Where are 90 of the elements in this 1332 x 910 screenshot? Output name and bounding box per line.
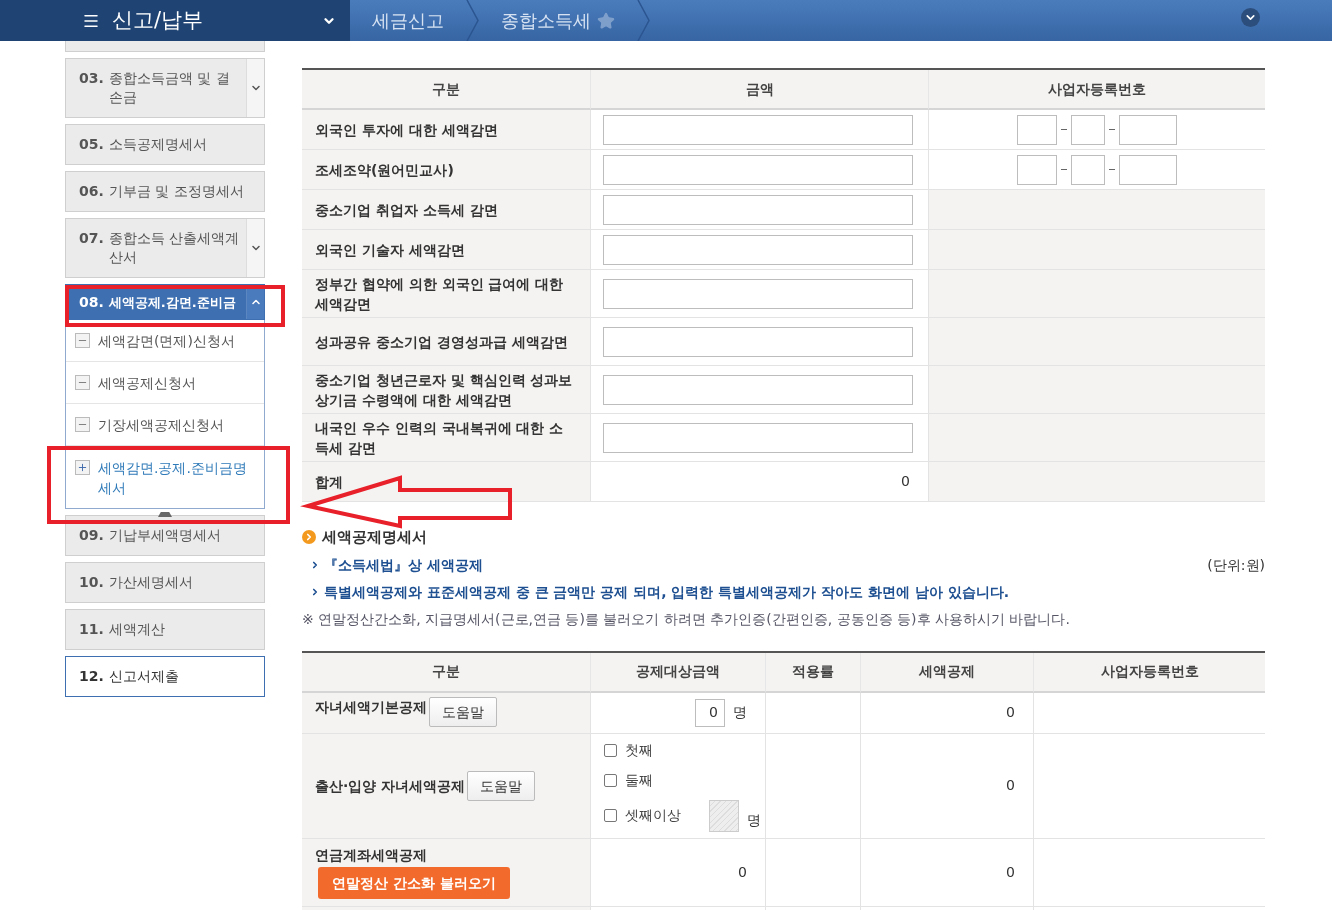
amount-input[interactable]: [603, 278, 913, 309]
row-label: 출산·입양 자녀세액공제: [315, 776, 466, 796]
breadcrumb-link[interactable]: 세금신고: [350, 7, 466, 34]
info-link[interactable]: 특별세액공제와 표준세액공제 중 큰 금액만 공제 되며, 입력한 특별세액공제가 작아도 화면에 남아 있습니다.: [324, 581, 1010, 603]
checkbox-label: 셋째이상: [625, 806, 681, 825]
breadcrumb-separator-icon: [466, 0, 479, 41]
amount-input[interactable]: [603, 422, 913, 453]
total-value: 0: [590, 462, 928, 502]
row-label: 자녀세액기본공제: [315, 697, 427, 717]
amount-input[interactable]: [603, 374, 913, 405]
sidebar-menu-item[interactable]: 05. 소득공제명세서: [65, 124, 265, 165]
checkbox[interactable]: [604, 773, 617, 787]
notice-text: ※ 연말정산간소화, 지급명세서(근로,연금 등)를 불러오기 하려면 추가인증(간편인증, 공동인증 등)후 사용하시기 바랍니다.: [302, 609, 1071, 629]
section-bullet-icon: [302, 530, 316, 545]
column-header: 공제대상금액: [590, 652, 765, 693]
section-title: 세액공제명세서: [322, 527, 427, 548]
row-label: 외국인 투자에 대한 세액감면: [302, 110, 590, 150]
amount-input[interactable]: [603, 154, 913, 185]
column-header: 적용률: [765, 652, 860, 693]
sidebar-menu-item[interactable]: 11. 세액계산: [65, 609, 265, 650]
business-number-input[interactable]: [1017, 114, 1057, 145]
amount-input[interactable]: [603, 114, 913, 145]
sidebar-menu-item[interactable]: 09. 기납부세액명세서: [65, 515, 265, 556]
expand-icon[interactable]: [1241, 8, 1260, 27]
unit-label: 명: [747, 811, 761, 830]
help-button[interactable]: 도움말: [467, 770, 536, 801]
dash-icon: [1061, 169, 1067, 170]
row-label: 중소기업 취업자 소득세 감면: [302, 190, 590, 230]
help-button[interactable]: 도움말: [429, 696, 497, 727]
column-header: 금액: [590, 70, 928, 110]
column-header: 구분: [302, 652, 590, 693]
collapse-tab-icon[interactable]: [158, 512, 172, 517]
amount-input[interactable]: [603, 326, 913, 357]
submenu-label: 세액감면(면제)신청서: [98, 332, 235, 351]
row-label: 내국인 우수 인력의 국내복귀에 대한 소득세 감면: [302, 414, 590, 462]
row-label: 정부간 협약에 의한 외국인 급여에 대한 세액감면: [302, 270, 590, 318]
business-number-input[interactable]: [1071, 154, 1105, 185]
count-input[interactable]: 0: [695, 698, 725, 727]
sidebar-menu-item[interactable]: 07. 종합소득 산출세액계산서: [65, 218, 265, 278]
checkbox-label: 첫째: [625, 740, 653, 760]
checkbox[interactable]: [604, 743, 617, 757]
submenu-item[interactable]: 세액감면.공제.준비금명세서: [66, 446, 264, 508]
row-label: 외국인 기술자 세액감면: [302, 230, 590, 270]
business-number-input[interactable]: [1119, 154, 1177, 185]
sidebar-menu-item[interactable]: 03. 종합소득금액 및 결손금: [65, 58, 265, 118]
minus-icon: [75, 417, 90, 432]
submenu-label: 세액공제신청서: [98, 374, 196, 393]
amount-input[interactable]: [603, 234, 913, 265]
minus-icon: [75, 375, 90, 390]
row-label: 조세조약(원어민교사): [302, 150, 590, 190]
submenu-item[interactable]: 세액공제신청서: [66, 362, 264, 404]
amount-input[interactable]: [603, 194, 913, 225]
breadcrumb-link[interactable]: 종합소득세: [479, 7, 637, 34]
checkbox[interactable]: [604, 809, 617, 822]
column-header: 구분: [302, 70, 590, 110]
sidebar-menu-item[interactable]: 12. 신고서제출: [65, 656, 265, 697]
info-link[interactable]: 『소득세법』상 세액공제: [324, 554, 483, 576]
dash-icon: [1109, 169, 1115, 170]
breadcrumb-separator-icon: [637, 0, 650, 41]
dash-icon: [1061, 129, 1067, 130]
submenu-label: 세액감면.공제.준비금명세서: [98, 459, 248, 498]
minus-icon: [75, 333, 90, 348]
submenu-item[interactable]: 기장세액공제신청서: [66, 404, 264, 446]
chevron-right-icon: [310, 587, 320, 597]
credit-value: 0: [860, 733, 1033, 839]
row-label: 중소기업 청년근로자 및 핵심인력 성과보상기금 수령액에 대한 세액감면: [302, 366, 590, 414]
chevron-right-icon: [310, 560, 320, 570]
dash-icon: [1109, 129, 1115, 130]
amount-value: 0: [590, 838, 765, 907]
column-header: 사업자등록번호: [1033, 652, 1265, 693]
plus-icon: [75, 460, 90, 475]
unit-label: (단위:원): [1207, 555, 1265, 575]
row-label: 성과공유 중소기업 경영성과급 세액감면: [302, 318, 590, 366]
sidebar-menu-item[interactable]: 10. 가산세명세서: [65, 562, 265, 603]
checkbox-label: 둘째: [625, 770, 653, 790]
star-icon[interactable]: [597, 11, 615, 30]
business-number-input[interactable]: [1071, 114, 1105, 145]
unit-label: 명: [733, 703, 747, 722]
submenu-label: 기장세액공제신청서: [98, 416, 224, 435]
credit-value: 0: [860, 692, 1033, 734]
business-number-input[interactable]: [1017, 154, 1057, 185]
row-label: 합계: [302, 462, 590, 502]
column-header: 사업자등록번호: [928, 70, 1265, 110]
credit-value: 0: [860, 838, 1033, 907]
submenu-item[interactable]: 세액감면(면제)신청서: [66, 320, 264, 362]
business-number-input[interactable]: [1119, 114, 1177, 145]
sidebar-menu-item[interactable]: 06. 기부금 및 조정명세서: [65, 171, 265, 212]
column-header: 세액공제: [860, 652, 1033, 693]
menu-title[interactable]: 신고/납부: [112, 4, 204, 37]
row-label: 연금계좌세액공제: [315, 846, 427, 865]
